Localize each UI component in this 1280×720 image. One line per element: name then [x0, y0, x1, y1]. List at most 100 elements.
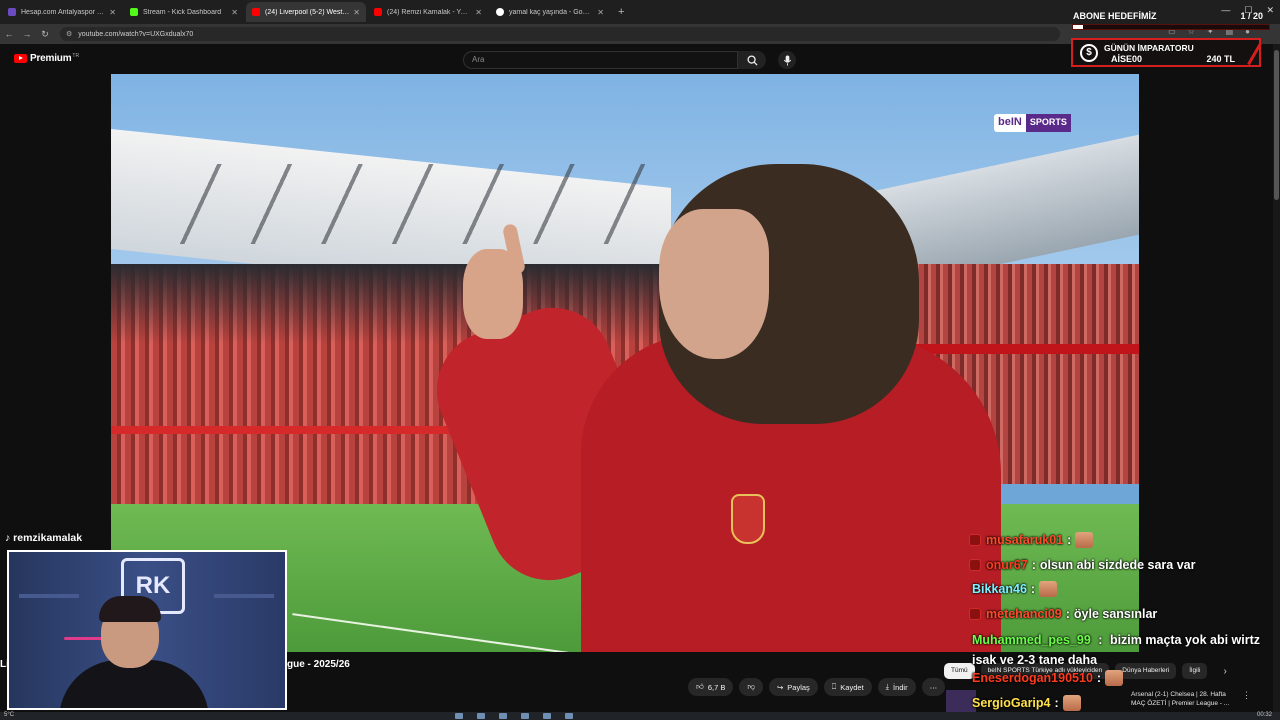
browser-tab-5[interactable]: yamal kaç yaşında - Google'da ✕ [490, 2, 610, 22]
streamer-hair [99, 596, 161, 622]
reload-icon[interactable]: ↻ [36, 29, 54, 40]
voice-search-button[interactable] [778, 51, 796, 69]
bookmark-icon: ⎕ [831, 682, 837, 691]
screen: Hesap.com Antalyaspor - Fene ✕ Stream - … [0, 0, 1280, 720]
download-button[interactable]: ⤓ İndir [877, 678, 916, 696]
url-text: youtube.com/watch?v=UXGxdualx70 [78, 30, 194, 38]
os-taskbar [0, 712, 1280, 720]
emote-icon [1105, 670, 1124, 687]
top-donor-name: AİSE00 [1111, 54, 1143, 64]
share-label: Paylaş [787, 682, 810, 692]
tab-label: Stream - Kick Dashboard [143, 8, 222, 16]
top-donor-title: GÜNÜN İMPARATORU [1104, 43, 1194, 53]
subscriber-goal-fill [1073, 25, 1083, 29]
app-icon[interactable] [565, 713, 573, 719]
scrollbar-thumb[interactable] [1274, 50, 1279, 200]
share-button[interactable]: ↪ Paylaş [768, 678, 818, 696]
browser-tab-3[interactable]: (24) Liverpool (5-2) West Ham ✕ [246, 2, 366, 22]
broadcaster-logo-part-2: SPORTS [1025, 114, 1071, 132]
youtube-brand: Premium [30, 53, 72, 64]
emote-icon [1075, 532, 1094, 549]
person-face [659, 209, 769, 359]
tab-label: yamal kaç yaşında - Google'da [509, 8, 593, 16]
tab-label: Hesap.com Antalyaspor - Fene [21, 8, 106, 16]
tab-favicon-icon [252, 8, 260, 16]
subscriber-goal-count: 1 / 20 [1240, 11, 1263, 21]
save-button[interactable]: ⎕ Kaydet [823, 678, 872, 696]
like-button[interactable]: 👍︎ 6,7 B [688, 678, 734, 696]
search-input[interactable]: Ara [463, 51, 738, 69]
browser-icon[interactable] [521, 713, 529, 719]
explorer-icon[interactable] [499, 713, 507, 719]
tab-close-icon[interactable]: ✕ [109, 8, 116, 17]
streamer-name-text: remzikamalak [13, 532, 83, 544]
site-info-icon[interactable]: ⚙ [66, 30, 72, 38]
video-actions: 👍︎ 6,7 B 👎︎ ↪ Paylaş ⎕ Kaydet ⤓ İndir ⋯ [688, 678, 946, 696]
more-horizontal-icon: ⋯ [929, 682, 938, 692]
tab-close-icon[interactable]: ✕ [353, 8, 360, 17]
webcam-shelf [19, 594, 79, 598]
webcam-shelf [214, 594, 274, 598]
chat-separator: : [1065, 606, 1070, 621]
browser-tab-1[interactable]: Hesap.com Antalyaspor - Fene ✕ [2, 2, 122, 22]
top-donor-widget: $ GÜNÜN İMPARATORU AİSE00 240 TL [1071, 38, 1262, 67]
subscriber-goal-bar [1072, 24, 1270, 30]
system-clock: 00:32 [1256, 712, 1272, 718]
dislike-button[interactable]: 👎︎ [739, 678, 763, 696]
subscriber-badge-icon [969, 534, 981, 547]
chat-username: onur67 [986, 557, 1028, 572]
download-label: İndir [892, 682, 908, 692]
like-count: 6,7 B [707, 682, 726, 692]
chat-separator: : [1067, 533, 1072, 548]
thumbs-down-icon: 👎︎ [747, 682, 755, 691]
club-crest [731, 494, 765, 544]
broadcaster-logo: beIN SPORTS [994, 114, 1088, 132]
search-button[interactable] [738, 51, 766, 69]
chat-separator: : [1030, 582, 1036, 597]
youtube-logo[interactable]: Premium TR [14, 53, 79, 64]
page-scrollbar[interactable] [1273, 44, 1280, 720]
download-icon: ⤓ [885, 682, 889, 691]
tab-close-icon[interactable]: ✕ [597, 8, 604, 17]
tab-favicon-icon [8, 8, 16, 16]
new-tab-icon[interactable]: + [618, 6, 624, 18]
chat-username: Muhammed_pes_99 [972, 633, 1091, 647]
url-field[interactable]: ⚙ youtube.com/watch?v=UXGxdualx70 [60, 27, 1060, 41]
chat-overlay: musafaruk01 : onur67 : olsun abi sizdede… [962, 528, 1280, 715]
forward-icon[interactable]: → [18, 29, 36, 39]
browser-tab-4[interactable]: (24) Remzi Kamalak - YouTube ✕ [368, 2, 488, 22]
app-icon[interactable] [543, 713, 551, 719]
tab-favicon-icon [130, 8, 138, 16]
chat-multiline: Muhammed_pes_99 : bizim maçta yok abi wi… [972, 630, 1272, 670]
chat-separator: : [1031, 557, 1036, 572]
chat-separator: : [1096, 671, 1102, 686]
youtube-play-icon [14, 54, 27, 63]
chat-message: metehanci09 : öyle sansınlar [962, 602, 1280, 627]
chat-separator: : [1054, 695, 1059, 710]
search-icon [746, 54, 758, 66]
chat-username: SergioGarip4 [972, 695, 1051, 710]
tab-close-icon[interactable]: ✕ [231, 8, 238, 17]
chat-separator: : [1098, 633, 1103, 647]
search-taskbar-icon[interactable] [477, 713, 485, 719]
save-label: Kaydet [840, 682, 864, 692]
start-icon[interactable] [455, 713, 463, 719]
taskbar-icons [455, 713, 573, 719]
chat-username: metehanci09 [986, 606, 1062, 621]
emote-icon [1062, 694, 1081, 711]
tab-favicon-icon [374, 8, 382, 16]
browser-tab-2[interactable]: Stream - Kick Dashboard ✕ [124, 2, 244, 22]
more-actions-button[interactable]: ⋯ [921, 678, 946, 696]
emote-icon [1039, 581, 1058, 598]
stand-shadow [111, 264, 711, 344]
tab-close-icon[interactable]: ✕ [475, 8, 482, 17]
dollar-icon: $ [1080, 44, 1098, 62]
subscriber-badge-icon [969, 558, 981, 571]
chat-message: Muhammed_pes_99 : bizim maçta yok abi wi… [962, 626, 1280, 667]
tab-favicon-icon [496, 8, 504, 16]
broadcaster-logo-part-1: beIN [994, 114, 1026, 132]
thumbs-up-icon: 👍︎ [696, 682, 704, 691]
video-title-fragment: Li [0, 659, 9, 670]
microphone-icon [783, 54, 791, 66]
back-icon[interactable]: ← [0, 29, 18, 39]
